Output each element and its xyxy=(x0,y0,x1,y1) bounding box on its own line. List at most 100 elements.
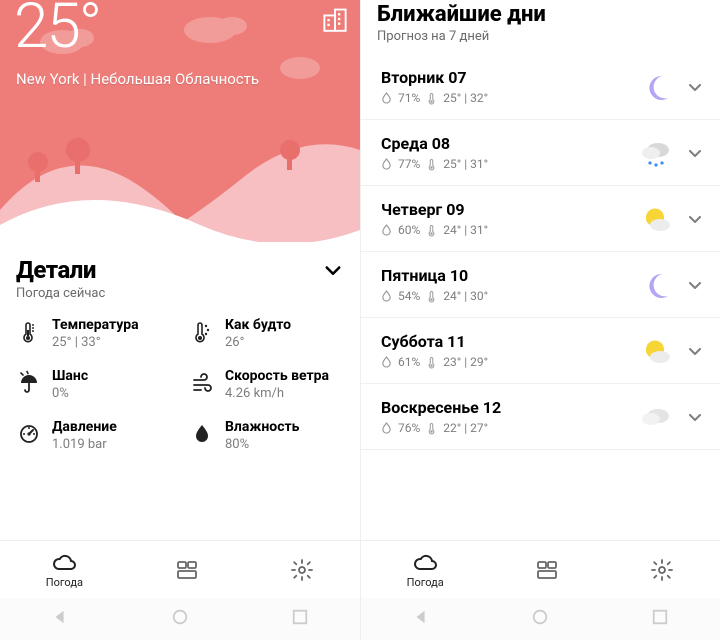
thermometer-icon xyxy=(16,317,42,347)
sys-recent[interactable] xyxy=(291,608,309,630)
thermometer-dots-icon xyxy=(189,317,215,347)
forecast-humidity: 61% xyxy=(398,355,420,369)
forecast-temps: 25° | 31° xyxy=(443,157,488,171)
forecast-humidity: 60% xyxy=(398,223,420,237)
chevron-down-icon xyxy=(684,340,706,362)
forecast-humidity: 54% xyxy=(398,289,420,303)
chevron-down-icon xyxy=(684,76,706,98)
location-text: New York | Небольшая Облачность xyxy=(16,70,259,88)
droplet-icon xyxy=(381,290,392,303)
detail-row: Скорость ветра 4.26 km/h xyxy=(189,368,356,401)
droplet-icon xyxy=(381,92,392,105)
nav-dashboard[interactable] xyxy=(175,558,199,582)
detail-row: Давление 1.019 bar xyxy=(16,419,183,452)
forecast-item[interactable]: Четверг 09 60% 24° | 31° xyxy=(361,186,720,252)
detail-row: Шанс 0% xyxy=(16,368,183,401)
forecast-day: Четверг 09 xyxy=(381,200,636,219)
detail-row: Влажность 80% xyxy=(189,419,356,452)
sys-back[interactable] xyxy=(412,608,430,630)
weather-cloud-icon xyxy=(636,402,674,432)
thermometer-icon xyxy=(426,290,437,303)
detail-value: 0% xyxy=(52,386,88,401)
forecast-day: Вторник 07 xyxy=(381,68,636,87)
nav-weather-label: Погода xyxy=(46,576,83,589)
system-bar xyxy=(361,598,720,640)
forecast-item[interactable]: Пятница 10 54% 24° | 30° xyxy=(361,252,720,318)
nav-settings[interactable] xyxy=(650,558,674,582)
sys-back[interactable] xyxy=(51,608,69,630)
forecast-temps: 24° | 30° xyxy=(443,289,488,303)
forecast-day: Пятница 10 xyxy=(381,266,636,285)
forecast-humidity: 71% xyxy=(398,91,420,105)
droplet-icon xyxy=(381,356,392,369)
forecast-humidity: 76% xyxy=(398,421,420,435)
detail-label: Давление xyxy=(52,419,117,435)
gauge-icon xyxy=(16,419,42,449)
chevron-down-icon xyxy=(684,274,706,296)
nav-weather[interactable]: Погода xyxy=(407,551,444,589)
details-title: Детали xyxy=(16,256,96,284)
bottom-nav: Погода xyxy=(0,540,360,598)
hero: 25° New York | Небольшая Облачность xyxy=(0,0,360,242)
droplet-icon xyxy=(381,158,392,171)
thermometer-icon xyxy=(426,356,437,369)
forecast-subtitle: Прогноз на 7 дней xyxy=(377,29,704,44)
detail-row: Как будто 26° xyxy=(189,317,356,350)
forecast-day: Суббота 11 xyxy=(381,332,636,351)
chevron-down-icon xyxy=(322,259,344,281)
detail-label: Скорость ветра xyxy=(225,368,329,384)
umbrella-icon xyxy=(16,368,42,398)
nav-weather-label: Погода xyxy=(407,576,444,589)
detail-label: Шанс xyxy=(52,368,88,384)
chevron-down-icon xyxy=(684,142,706,164)
forecast-title: Ближайшие дни xyxy=(377,2,704,27)
detail-value: 80% xyxy=(225,437,299,452)
weather-sun-icon xyxy=(636,336,674,366)
weather-rain-icon xyxy=(636,138,674,168)
forecast-item[interactable]: Вторник 07 71% 25° | 32° xyxy=(361,54,720,120)
details-subtitle: Погода сейчас xyxy=(16,286,344,301)
wind-icon xyxy=(189,368,215,398)
sys-recent[interactable] xyxy=(651,608,669,630)
nav-weather[interactable]: Погода xyxy=(46,551,83,589)
thermometer-icon xyxy=(426,92,437,105)
forecast-item[interactable]: Среда 08 77% 25° | 31° xyxy=(361,120,720,186)
right-pane: Ближайшие дни Прогноз на 7 дней Вторник … xyxy=(360,0,720,640)
nav-dashboard[interactable] xyxy=(535,558,559,582)
weather-sun-icon xyxy=(636,204,674,234)
nav-settings[interactable] xyxy=(290,558,314,582)
detail-value: 25° | 33° xyxy=(52,335,139,350)
sys-home[interactable] xyxy=(531,608,549,630)
detail-label: Температура xyxy=(52,317,139,333)
details-grid: Температура 25° | 33° Как будто 26° Шанс… xyxy=(0,307,360,452)
left-pane: 25° New York | Небольшая Облачность Дета… xyxy=(0,0,360,640)
chevron-down-icon xyxy=(684,208,706,230)
forecast-item[interactable]: Суббота 11 61% 23° | 29° xyxy=(361,318,720,384)
bottom-nav: Погода xyxy=(361,540,720,598)
droplet-icon xyxy=(189,419,215,449)
thermometer-icon xyxy=(426,422,437,435)
system-bar xyxy=(0,598,360,640)
forecast-temps: 23° | 29° xyxy=(443,355,488,369)
detail-value: 1.019 bar xyxy=(52,437,117,452)
forecast-day: Воскресенье 12 xyxy=(381,398,636,417)
forecast-temps: 25° | 32° xyxy=(443,91,488,105)
weather-moon-icon xyxy=(636,72,674,102)
details-header[interactable]: Детали Погода сейчас xyxy=(0,242,360,307)
forecast-humidity: 77% xyxy=(398,157,420,171)
droplet-icon xyxy=(381,224,392,237)
temp-value: 25° xyxy=(14,0,100,63)
droplet-icon xyxy=(381,422,392,435)
forecast-list: Вторник 07 71% 25° | 32° Среда 08 77% 25… xyxy=(361,54,720,450)
chevron-down-icon xyxy=(684,406,706,428)
detail-value: 26° xyxy=(225,335,291,350)
sys-home[interactable] xyxy=(171,608,189,630)
thermometer-icon xyxy=(426,224,437,237)
thermometer-icon xyxy=(426,158,437,171)
city-icon[interactable] xyxy=(322,6,348,36)
forecast-temps: 24° | 31° xyxy=(443,223,488,237)
forecast-item[interactable]: Воскресенье 12 76% 22° | 27° xyxy=(361,384,720,450)
forecast-temps: 22° | 27° xyxy=(443,421,488,435)
detail-row: Температура 25° | 33° xyxy=(16,317,183,350)
detail-value: 4.26 km/h xyxy=(225,386,329,401)
